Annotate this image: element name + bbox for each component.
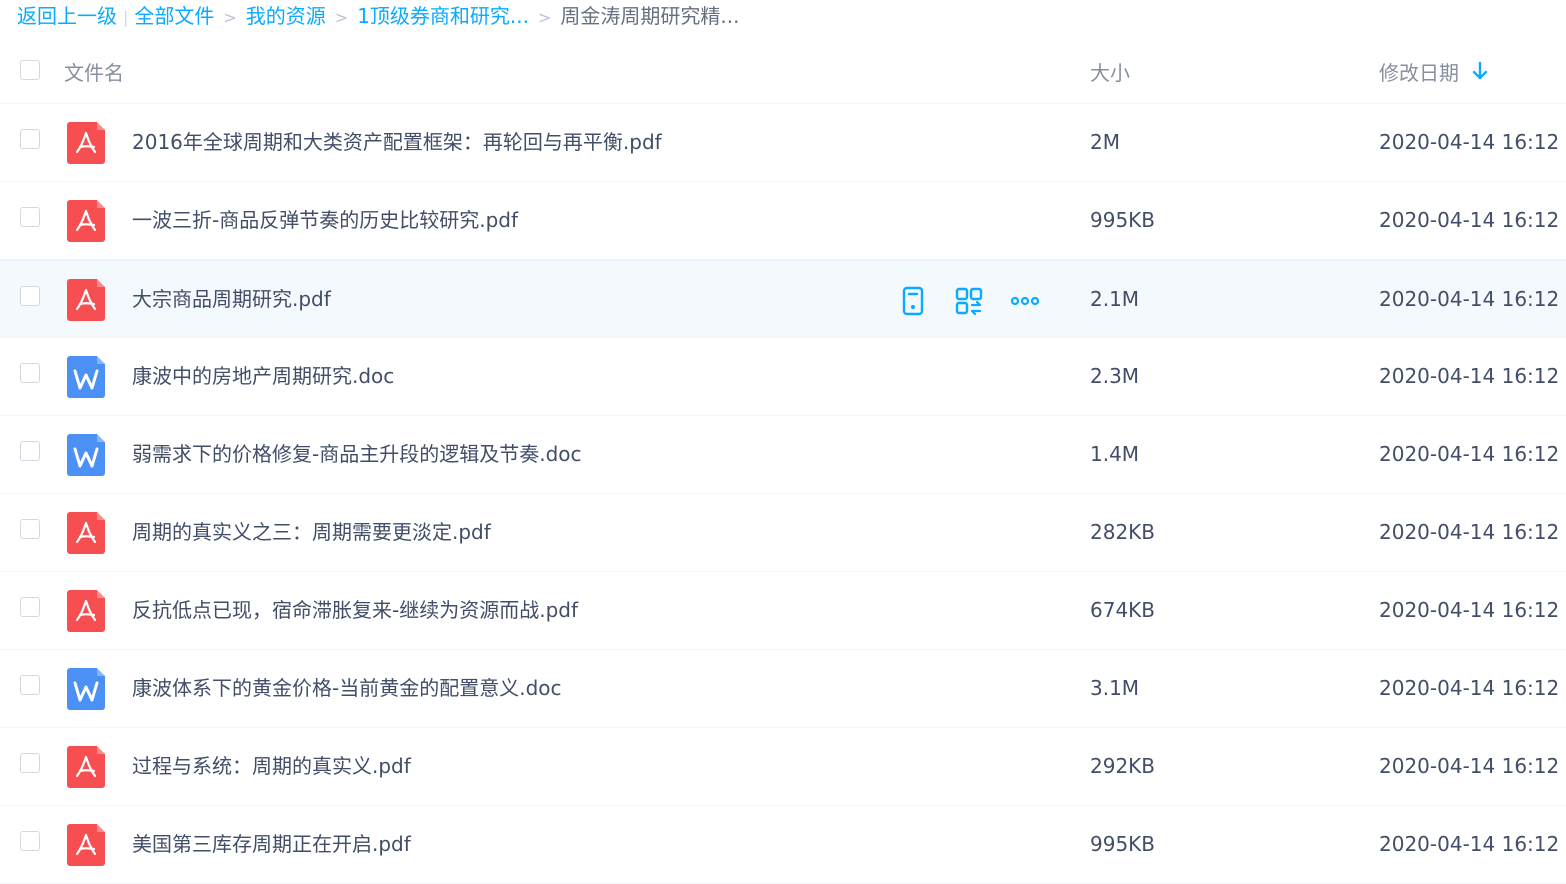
word-file-icon	[67, 434, 105, 476]
file-date: 2020-04-14 16:12	[1379, 598, 1560, 622]
pdf-file-icon	[67, 122, 105, 164]
file-date: 2020-04-14 16:12	[1379, 364, 1560, 388]
breadcrumb-separator: >	[223, 8, 237, 27]
file-name[interactable]: 2016年全球周期和大类资产配置框架：再轮回与再平衡.pdf	[132, 104, 662, 180]
file-list: 2016年全球周期和大类资产配置框架：再轮回与再平衡.pdf 2M 2020-0…	[0, 104, 1566, 884]
pdf-file-icon	[67, 279, 105, 321]
file-row[interactable]: 过程与系统：周期的真实义.pdf 292KB 2020-04-14 16:12	[0, 728, 1566, 806]
file-size: 1.4M	[1090, 442, 1140, 466]
file-name[interactable]: 大宗商品周期研究.pdf	[132, 261, 331, 337]
row-checkbox[interactable]	[20, 129, 40, 149]
column-header-name[interactable]: 文件名	[64, 57, 124, 86]
file-name[interactable]: 康波中的房地产周期研究.doc	[132, 338, 394, 414]
arrow-down-icon[interactable]	[1472, 61, 1488, 81]
pdf-file-icon	[67, 200, 105, 242]
more-icon[interactable]	[1010, 286, 1040, 316]
file-date: 2020-04-14 16:12	[1379, 832, 1560, 856]
file-row[interactable]: 康波中的房地产周期研究.doc 2.3M 2020-04-14 16:12	[0, 338, 1566, 416]
file-name[interactable]: 反抗低点已现，宿命滞胀复来-继续为资源而战.pdf	[132, 572, 578, 648]
breadcrumb: 返回上一级 | 全部文件 > 我的资源 >1顶级券商和研究... > 周金涛周期研究精...	[17, 0, 739, 34]
word-file-icon	[67, 356, 105, 398]
file-size: 3.1M	[1090, 676, 1140, 700]
breadcrumb-separator: >	[334, 8, 349, 27]
file-size: 282KB	[1090, 520, 1156, 544]
pdf-file-icon	[67, 824, 105, 866]
file-date: 2020-04-14 16:12	[1379, 754, 1560, 778]
file-size: 674KB	[1090, 598, 1156, 622]
breadcrumb-item-my-resources[interactable]: 我的资源	[246, 4, 326, 28]
file-name[interactable]: 康波体系下的黄金价格-当前黄金的配置意义.doc	[132, 650, 562, 726]
row-checkbox[interactable]	[20, 441, 40, 461]
file-size: 2M	[1090, 130, 1120, 154]
file-name[interactable]: 周期的真实义之三：周期需要更淡定.pdf	[132, 494, 491, 570]
pdf-file-icon	[67, 512, 105, 554]
file-row[interactable]: 反抗低点已现，宿命滞胀复来-继续为资源而战.pdf 674KB 2020-04-…	[0, 572, 1566, 650]
file-size: 2.1M	[1090, 287, 1140, 311]
file-name[interactable]: 一波三折-商品反弹节奏的历史比较研究.pdf	[132, 182, 518, 258]
row-checkbox[interactable]	[20, 675, 40, 695]
breadcrumb-bar: |	[123, 8, 129, 27]
row-checkbox[interactable]	[20, 207, 40, 227]
file-date: 2020-04-14 16:12	[1379, 208, 1560, 232]
file-row[interactable]: 弱需求下的价格修复-商品主升段的逻辑及节奏.doc 1.4M 2020-04-1…	[0, 416, 1566, 494]
file-size: 2.3M	[1090, 364, 1140, 388]
row-checkbox[interactable]	[20, 597, 40, 617]
file-size: 292KB	[1090, 754, 1156, 778]
word-file-icon	[67, 668, 105, 710]
breadcrumb-current: 周金涛周期研究精...	[560, 4, 740, 28]
file-date: 2020-04-14 16:12	[1379, 287, 1560, 311]
file-size: 995KB	[1090, 832, 1156, 856]
file-date: 2020-04-14 16:12	[1379, 520, 1560, 544]
pdf-file-icon	[67, 746, 105, 788]
column-header-size[interactable]: 大小	[1090, 57, 1130, 86]
breadcrumb-item-all-files[interactable]: 全部文件	[134, 4, 214, 28]
file-list-header: 文件名 大小 修改日期	[0, 38, 1566, 104]
back-link[interactable]: 返回上一级	[17, 4, 117, 28]
file-row[interactable]: 周期的真实义之三：周期需要更淡定.pdf 282KB 2020-04-14 16…	[0, 494, 1566, 572]
pdf-file-icon	[67, 590, 105, 632]
select-all-checkbox[interactable]	[20, 60, 40, 80]
file-size: 995KB	[1090, 208, 1156, 232]
file-date: 2020-04-14 16:12	[1379, 130, 1560, 154]
file-name[interactable]: 美国第三库存周期正在开启.pdf	[132, 806, 411, 882]
file-row[interactable]: 2016年全球周期和大类资产配置框架：再轮回与再平衡.pdf 2M 2020-0…	[0, 104, 1566, 182]
file-date: 2020-04-14 16:12	[1379, 442, 1560, 466]
breadcrumb-item-brokers[interactable]: 1顶级券商和研究...	[357, 4, 529, 28]
column-header-date[interactable]: 修改日期	[1379, 57, 1459, 86]
row-checkbox[interactable]	[20, 753, 40, 773]
file-name[interactable]: 过程与系统：周期的真实义.pdf	[132, 728, 411, 804]
file-row[interactable]: 大宗商品周期研究.pdf 2.1M 2020-04-14 16:12	[0, 260, 1566, 338]
share-icon[interactable]	[954, 286, 984, 316]
breadcrumb-separator: >	[538, 8, 552, 27]
file-row[interactable]: 美国第三库存周期正在开启.pdf 995KB 2020-04-14 16:12	[0, 806, 1566, 884]
row-checkbox[interactable]	[20, 286, 40, 306]
file-row[interactable]: 康波体系下的黄金价格-当前黄金的配置意义.doc 3.1M 2020-04-14…	[0, 650, 1566, 728]
phone-icon[interactable]	[898, 286, 928, 316]
file-name[interactable]: 弱需求下的价格修复-商品主升段的逻辑及节奏.doc	[132, 416, 582, 492]
file-row[interactable]: 一波三折-商品反弹节奏的历史比较研究.pdf 995KB 2020-04-14 …	[0, 182, 1566, 260]
row-checkbox[interactable]	[20, 519, 40, 539]
row-checkbox[interactable]	[20, 831, 40, 851]
file-date: 2020-04-14 16:12	[1379, 676, 1560, 700]
row-checkbox[interactable]	[20, 363, 40, 383]
